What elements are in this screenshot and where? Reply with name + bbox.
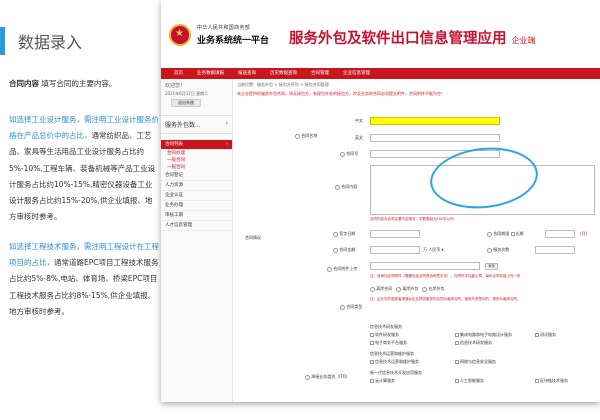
sign-date-label: 签字日期 — [333, 231, 355, 237]
platform-name: 业务系统统一平台 — [197, 36, 270, 46]
contract-period-label: 合同期限 长期 — [487, 231, 524, 237]
period-unit: (月) — [580, 231, 588, 236]
nav-company-info[interactable]: 企业信息管理 — [336, 68, 377, 79]
engineering-paragraph: 如选择工程技术服务，需注明工程设计在工程项目的占比，通常道路EPC项目工程技术服… — [9, 239, 159, 320]
currency-select[interactable]: 万 人民币 ▾ — [423, 247, 444, 253]
sidebar-item-hr[interactable]: 人力资源 — [161, 181, 232, 191]
notice-text: 本企业提供的服务外包合同，如无接包方，有接包外发的接包方，涉及业务的合同必须提交… — [237, 91, 445, 96]
ito-group-rnd: 信息技术研发服务 — [370, 324, 402, 329]
attachment-input[interactable] — [370, 262, 480, 270]
app-title: 服务外包及软件出口信息管理应用 企业端 — [289, 27, 536, 48]
ito-item-testing[interactable]: 测试服务 — [535, 332, 556, 338]
intro-rest: 填写合同的主要内容。 — [41, 79, 117, 88]
cn-label: 中文 — [355, 118, 363, 123]
ito-group-newgen: 新一代信息技术开发应用服务 — [370, 370, 422, 375]
current-date: 2021年6月17日 星期二 — [165, 91, 209, 96]
contract-type-options: 离岸合同 离岸外包 在岸外包 — [370, 286, 445, 292]
ito-item-ops[interactable]: 信息技术运营和维护服务 — [370, 359, 419, 365]
app-screenshot: 中华人民共和国商务部 业务系统统一平台 服务外包及软件出口信息管理应用 企业端 … — [161, 0, 600, 402]
app-title-suffix: 企业端 — [511, 36, 536, 45]
main-form-area: 当前位置：服务外包 > 接包方序列 > 接包合同管理 本企业提供的服务外包合同，… — [235, 79, 600, 402]
ito-item-ecommerce[interactable]: 电子商务平台服务 — [370, 340, 407, 346]
contract-period-input[interactable] — [545, 230, 575, 238]
breadcrumb: 当前位置：服务外包 > 接包方序列 > 接包合同管理 — [237, 82, 329, 87]
sidebar-item-review[interactable]: 审核工期 — [161, 211, 232, 221]
chevron-right-icon: › — [225, 120, 228, 127]
slide-title: 数据录入 — [18, 33, 83, 52]
accent-bar — [0, 27, 5, 55]
sign-date-input[interactable] — [370, 230, 420, 238]
content-hint: 合同内容为合同主要内容简写，字数限制为500字以内 — [370, 217, 454, 221]
ito-item-ai[interactable]: 人工智能服务 — [455, 378, 484, 384]
app-header: 中华人民共和国商务部 业务系统统一平台 服务外包及软件出口信息管理应用 企业端 — [161, 0, 600, 68]
type-onshore-radio[interactable] — [422, 286, 428, 292]
contract-type-label: 合同类型 — [340, 304, 362, 310]
sidebar-group-label: 服务外包数... — [165, 122, 201, 129]
contract-content-label: 合同内容 — [335, 184, 357, 190]
attachment-label: 合同附件上传 — [327, 266, 357, 272]
contract-name-label: 合同名称 — [295, 133, 317, 139]
exit-button[interactable]: 退出系统 — [171, 99, 201, 107]
contract-name-cn-input[interactable] — [370, 117, 500, 125]
app-title-text: 服务外包及软件出口信息管理应用 — [289, 31, 507, 47]
chevron-right-icon: › — [226, 142, 228, 147]
attachment-hint: 注：请添加合同附件（需要包含合同首页和签字页），在附件中加盖公章，每份合同仅能上… — [370, 274, 521, 278]
amount-label: 合同金额 — [333, 247, 355, 253]
ito-item-ic-design[interactable]: 集成电路和电子电路设计服务 — [455, 332, 512, 338]
amount-input[interactable] — [370, 246, 420, 254]
intro-text: 合同内容 填写合同的主要内容。 — [9, 78, 159, 90]
nav-contract-mgmt[interactable]: 合同管理 — [304, 68, 336, 79]
sidebar-item-registration[interactable]: 合同登记 — [161, 171, 232, 181]
industrial-design-detail: 通常纺织品、工艺品、家具等生活用品工业设计服务占比约5%-10%,工程车辆、装备… — [9, 131, 156, 222]
sidebar-item-certification[interactable]: 企业认证 — [161, 191, 232, 201]
add-attachment-button[interactable]: 添加 — [485, 263, 498, 270]
nav-data-report[interactable]: 业务数据填报 — [190, 68, 231, 79]
business-type-label: 承接业务类别（ITO） — [305, 374, 350, 380]
nav-home[interactable]: 首页 — [167, 68, 190, 79]
sidebar-subitem-1[interactable]: 合同办理 — [161, 150, 232, 157]
ito-item-security[interactable]: 网络与信息安全服务 — [455, 359, 496, 365]
nav-submission-query[interactable]: 报送查询 — [231, 68, 263, 79]
sidebar-menu: 合同列表 › 合同办理 一般合同 一般合同 合同登记 人力资源 企业认证 业务办理… — [161, 140, 232, 231]
ito-item-it-rnd[interactable]: 信息技术研发服务 — [455, 340, 492, 346]
sidebar: 欢迎您！ 2021年6月17日 星期二 退出系统 服务外包数... › 合同列表 ›… — [161, 79, 233, 402]
contract-no-label: 合同号 — [340, 151, 358, 157]
long-term-checkbox[interactable] — [510, 232, 515, 236]
service-count-label: 服务次数 — [487, 247, 509, 253]
type-offshore-radio[interactable] — [370, 286, 375, 292]
sidebar-item-talent[interactable]: 人才信息管理 — [161, 221, 232, 231]
top-nav: 首页 业务数据填报 报送查询 历史数据查询 合同管理 企业信息管理 — [161, 68, 600, 79]
sidebar-item-business[interactable]: 业务办理 — [161, 201, 232, 211]
ministry-name: 中华人民共和国商务部 — [197, 25, 251, 31]
contract-type-notes: 注：企业向外国或者港澳台企业提供服务的合同为离岸合同，使用外资签约的，原则为离岸… — [370, 297, 521, 301]
sidebar-subitem-3[interactable]: 一般合同 — [161, 164, 232, 171]
intro-bold: 合同内容 — [9, 79, 39, 88]
ito-item-software[interactable]: 软件研发服务 — [370, 332, 399, 338]
sidebar-subitem-2[interactable]: 一般合同 — [161, 157, 232, 164]
en-label: 英文 — [355, 135, 363, 140]
welcome-text: 欢迎您！ — [165, 83, 186, 89]
contract-name-en-input[interactable] — [370, 134, 500, 142]
sidebar-group-outsourcing[interactable]: 服务外包数... › — [161, 115, 232, 134]
industrial-design-paragraph: 如选择工业设计服务，需注明工业设计服务价格在产品总价中的占比，通常纺织品、工艺品… — [9, 112, 159, 225]
national-emblem-icon — [169, 24, 191, 46]
sidebar-item-label: 合同列表 — [165, 142, 183, 147]
contract-info-label: 合同情况 — [245, 235, 261, 240]
type-offshore-outsourcing-radio[interactable] — [396, 286, 402, 292]
ito-group-ops: 信息技术运营和维护服务 — [370, 351, 414, 356]
sidebar-item-contract-list[interactable]: 合同列表 › — [161, 140, 232, 150]
ito-item-blockchain[interactable]: 区块链技术服务 — [535, 378, 568, 384]
service-count-input[interactable] — [535, 246, 575, 254]
nav-history-query[interactable]: 历史数据查询 — [263, 68, 304, 79]
ito-item-cloud[interactable]: 云计算服务 — [370, 378, 395, 384]
